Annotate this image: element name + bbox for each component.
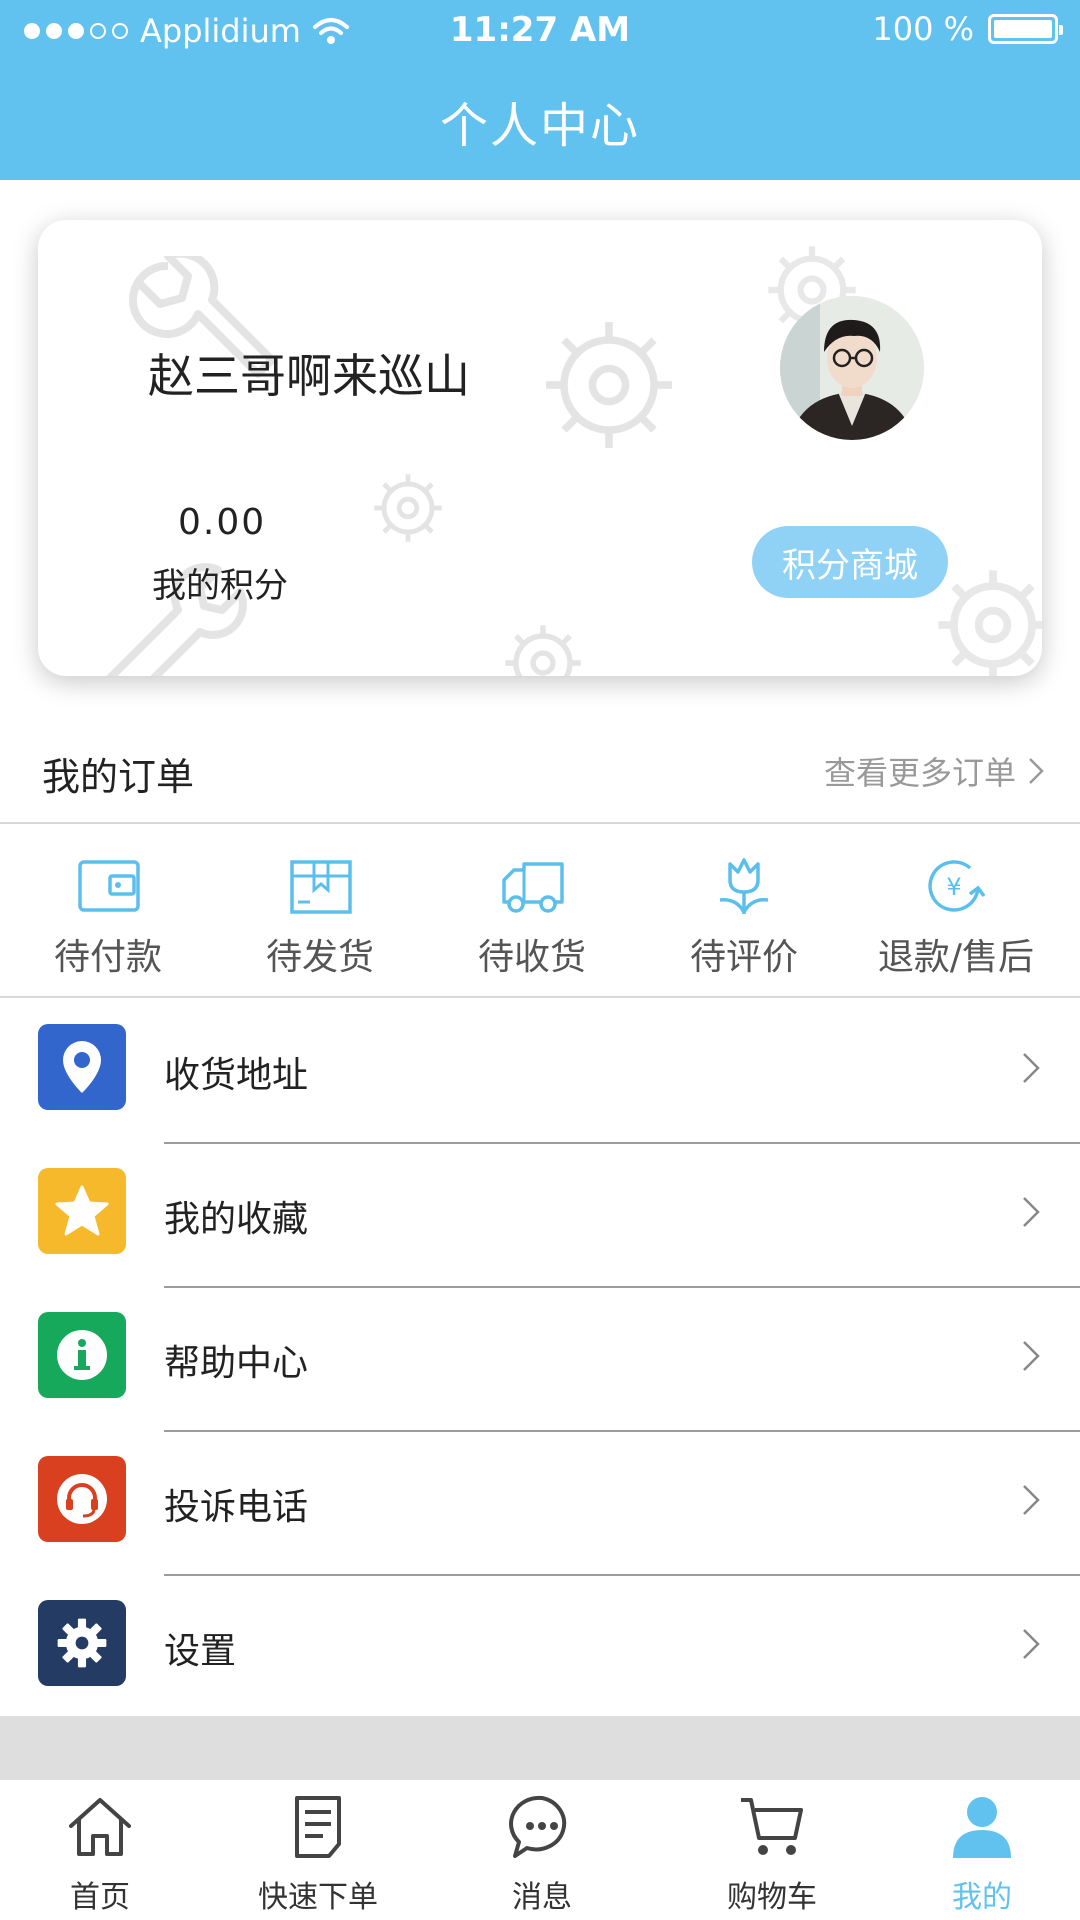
chat-bubble-icon (509, 1795, 567, 1858)
battery-info: 100 % (872, 10, 1063, 48)
package-icon (290, 860, 352, 914)
tab-messages[interactable]: 消息 (442, 1780, 642, 1920)
tab-label: 我的 (952, 1880, 1012, 1915)
star-icon (38, 1168, 126, 1254)
menu-item-label: 投诉电话 (164, 1487, 309, 1528)
order-tab-label: 待评价 (689, 937, 798, 978)
chevron-right-icon (1023, 1629, 1040, 1659)
tab-profile[interactable]: 我的 (882, 1780, 1080, 1920)
page-title: 个人中心 (439, 98, 640, 154)
orders-section-header: 我的订单 查看更多订单 (0, 712, 1080, 824)
menu-item-label: 我的收藏 (164, 1199, 309, 1240)
order-tab-refund-after-sales[interactable]: ¥ 退款/售后 (848, 826, 1064, 998)
menu-item-label: 收货地址 (164, 1055, 309, 1096)
tab-label: 购物车 (727, 1880, 817, 1915)
section-spacer (0, 1716, 1080, 1780)
yen-refund-icon: ¥ (928, 860, 986, 912)
chevron-right-icon (1029, 758, 1044, 784)
menu-item-complaint-phone[interactable]: 投诉电话 (0, 1432, 1080, 1576)
truck-icon (502, 862, 564, 913)
order-status-tabs: 待付款 待发货 待收货 待评价 ¥ 退款/售后 (0, 826, 1080, 998)
tab-home[interactable]: 首页 (0, 1780, 200, 1920)
order-tab-label: 待付款 (53, 937, 162, 978)
wallet-icon (78, 860, 140, 912)
gear-decoration-icon (505, 625, 581, 676)
home-icon (69, 1798, 131, 1856)
order-tab-pending-shipment[interactable]: 待发货 (212, 826, 428, 998)
points-value: 0.00 (178, 502, 267, 543)
avatar-photo (780, 296, 924, 440)
order-tab-label: 退款/售后 (877, 937, 1035, 978)
view-more-orders-label: 查看更多订单 (823, 754, 1016, 792)
status-bar: Applidium 11:27 AM 100 % (0, 0, 1080, 62)
app-header: Applidium 11:27 AM 100 % 个人中心 (0, 0, 1080, 180)
location-pin-icon (38, 1024, 126, 1110)
profile-card: 赵三哥啊来巡山 0.00 我的积分 积分商城 (38, 220, 1042, 676)
menu-item-settings[interactable]: 设置 (0, 1576, 1080, 1720)
gear-decoration-icon (938, 570, 1042, 676)
order-tab-pending-payment[interactable]: 待付款 (0, 826, 216, 998)
tab-label: 快速下单 (258, 1880, 378, 1915)
tulip-icon (719, 858, 769, 914)
avatar[interactable] (780, 296, 924, 440)
order-tab-pending-review[interactable]: 待评价 (636, 826, 852, 998)
chevron-right-icon (1023, 1053, 1040, 1083)
username: 赵三哥啊来巡山 (148, 349, 470, 403)
menu-item-label: 帮助中心 (164, 1343, 309, 1384)
tab-cart[interactable]: 购物车 (672, 1780, 872, 1920)
battery-percent: 100 % (872, 10, 974, 48)
chevron-right-icon (1023, 1485, 1040, 1515)
chevron-right-icon (1023, 1197, 1040, 1227)
svg-text:¥: ¥ (946, 873, 961, 901)
gear-icon (38, 1600, 126, 1686)
info-icon (38, 1312, 126, 1398)
points-label[interactable]: 我的积分 (152, 558, 288, 607)
document-icon (295, 1796, 341, 1858)
tab-label: 消息 (512, 1880, 572, 1915)
bottom-tab-bar: 首页 快速下单 消息 购物车 我的 (0, 1780, 1080, 1920)
tab-label: 首页 (70, 1880, 130, 1915)
menu-item-shipping-address[interactable]: 收货地址 (0, 1000, 1080, 1144)
chevron-right-icon (1023, 1341, 1040, 1371)
user-icon (953, 1797, 1011, 1858)
order-tab-label: 待发货 (265, 937, 374, 978)
orders-title: 我的订单 (42, 755, 195, 799)
gear-decoration-icon (546, 322, 672, 448)
order-tab-pending-receipt[interactable]: 待收货 (424, 826, 640, 998)
points-mall-button[interactable]: 积分商城 (752, 526, 948, 598)
settings-menu: 收货地址 我的收藏 帮助中心 投诉电话 设置 (0, 1000, 1080, 1720)
order-tab-label: 待收货 (477, 937, 586, 978)
menu-item-label: 设置 (164, 1631, 237, 1672)
tab-quick-order[interactable]: 快速下单 (218, 1780, 418, 1920)
menu-item-help-center[interactable]: 帮助中心 (0, 1288, 1080, 1432)
view-more-orders-link[interactable]: 查看更多订单 (824, 748, 1044, 794)
battery-icon (988, 14, 1063, 44)
cart-icon (741, 1798, 803, 1855)
gear-decoration-icon (374, 474, 442, 542)
menu-item-favorites[interactable]: 我的收藏 (0, 1144, 1080, 1288)
headset-icon (38, 1456, 126, 1542)
